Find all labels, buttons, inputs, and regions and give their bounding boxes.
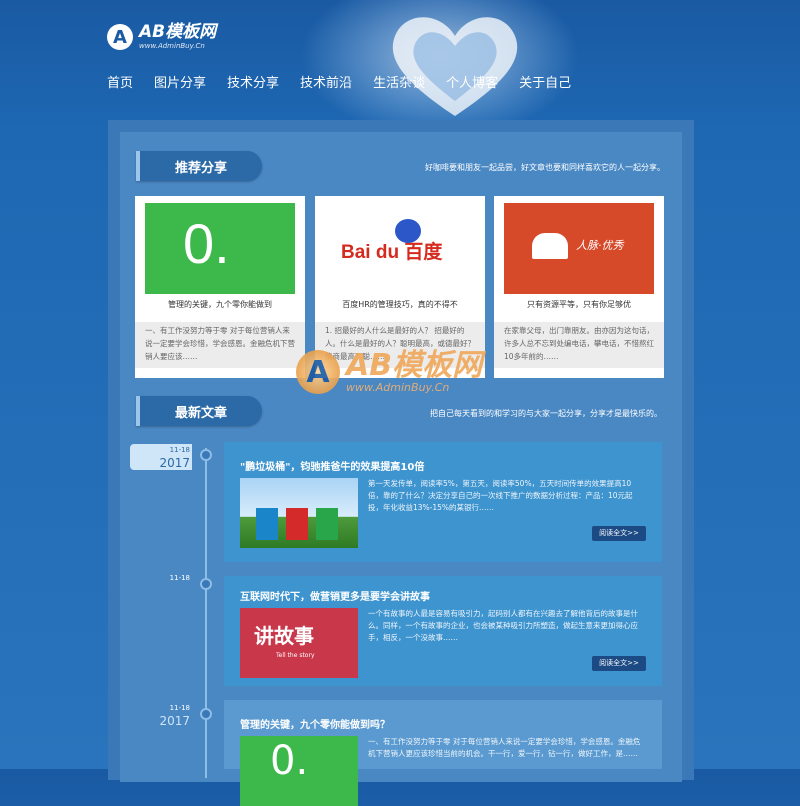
post-year: 2017	[159, 714, 190, 728]
post-date: 11-18	[169, 704, 190, 712]
nav-life[interactable]: 生活杂谈	[373, 72, 425, 91]
post-thumb-recycle-bins[interactable]	[240, 478, 358, 548]
post-title[interactable]: "鹏垃圾桶"，钧驰推爸牛的效果提高10倍	[240, 458, 424, 473]
card-title[interactable]: 百度HR的管理技巧，真的不得不	[315, 299, 485, 310]
card-thumb-3[interactable]: 人脉·优秀	[504, 203, 654, 294]
watermark-url: www.AdminBuy.Cn	[346, 380, 450, 394]
watermark-mark-icon: A	[296, 350, 340, 394]
post-date: 11-18	[169, 446, 190, 454]
nav-blog[interactable]: 个人博客	[446, 72, 498, 91]
section-latest-note: 把自己每天看到的和学习的与大家一起分享，分享才是最快乐的。	[430, 409, 662, 418]
card-thumb-3-label: 人脉·优秀	[576, 239, 624, 252]
nav-tech-frontier[interactable]: 技术前沿	[300, 72, 352, 91]
post-excerpt: 第一天发传单，阅读率5%，第五天，阅读率50%，五天时间传单的效果提高10倍，靠…	[368, 479, 633, 512]
logo-name: AB模板网	[139, 22, 217, 42]
post-title[interactable]: 管理的关键，九个零你能做到吗？	[240, 716, 390, 731]
main-nav: 首页 图片分享 技术分享 技术前沿 生活杂谈 个人博客 关于自己	[107, 72, 592, 91]
card-excerpt: 一、有工作没努力等于零 对于每位营销人来说一定要学会珍惜，学会感恩。金融危机下营…	[135, 322, 305, 368]
nav-home[interactable]: 首页	[107, 72, 133, 91]
nav-about[interactable]: 关于自己	[519, 72, 571, 91]
post-excerpt: 一、有工作没努力等于零 对于每位营销人来说一定要学会珍惜，学会感恩。金融危机下营…	[368, 737, 641, 758]
bin-red-icon	[286, 508, 308, 540]
cloud-heart-image	[392, 17, 518, 116]
watermark-logo: A AB模板网 www.AdminBuy.Cn	[296, 350, 482, 394]
post-date: 11-18	[169, 574, 190, 582]
timeline-line	[205, 448, 207, 778]
nav-tech-share[interactable]: 技术分享	[227, 72, 279, 91]
post-item[interactable]: 管理的关键，九个零你能做到吗？ 0. 一、有工作没努力等于零 对于每位营销人来说…	[224, 700, 662, 806]
timeline-dot	[200, 578, 212, 590]
nav-photos[interactable]: 图片分享	[154, 72, 206, 91]
bin-green-icon	[316, 508, 338, 540]
card-thumb-2-label: Bai du 百度	[341, 242, 443, 263]
post-thumb-story[interactable]: 讲故事 Tell the story	[240, 608, 358, 678]
section-recommend-note: 好咖啡要和朋友一起品尝，好文章也要和同样喜欢它的人一起分享。	[425, 163, 665, 172]
post-title[interactable]: 互联网时代下，做营销更多是要学会讲故事	[240, 588, 430, 603]
post-excerpt: 一个有故事的人最是容易有吸引力，起码别人都有在兴趣去了解他背后的故事是什么。同样…	[368, 609, 638, 642]
section-latest-title: 最新文章	[136, 396, 262, 426]
card-title[interactable]: 只有资源平等，只有你足够优	[494, 299, 664, 310]
post-thumb-zero[interactable]: 0.	[240, 736, 358, 806]
card-thumb-1-label: 0.	[183, 212, 230, 275]
card-thumb-2[interactable]: Bai du 百度	[325, 203, 475, 294]
story-thumb-label: 讲故事	[254, 624, 314, 648]
people-icon	[532, 233, 568, 259]
card-title[interactable]: 管理的关键，九个零你能做到	[135, 299, 305, 310]
zero-thumb-label: 0.	[270, 738, 309, 784]
read-more-button[interactable]: 阅读全文>>	[592, 526, 646, 541]
read-more-button[interactable]: 阅读全文>>	[592, 656, 646, 671]
recommend-card-1[interactable]: 0. 管理的关键，九个零你能做到 一、有工作没努力等于零 对于每位营销人来说一定…	[135, 196, 305, 378]
watermark-name: AB模板网	[346, 347, 483, 383]
site-logo[interactable]: A AB模板网 www.AdminBuy.Cn	[107, 24, 216, 50]
card-excerpt: 在家靠父母，出门靠朋友。由亦因为这句话，许多人总不忘到处编电话，攀电话，不惜熬红…	[494, 322, 664, 368]
post-item[interactable]: "鹏垃圾桶"，钧驰推爸牛的效果提高10倍 第一天发传单，阅读率5%，第五天，阅读…	[224, 442, 662, 562]
timeline-dot	[200, 708, 212, 720]
bin-blue-icon	[256, 508, 278, 540]
story-thumb-sub: Tell the story	[276, 652, 315, 659]
post-year: 2017	[159, 456, 190, 470]
timeline-dot	[200, 449, 212, 461]
card-thumb-1[interactable]: 0.	[145, 203, 295, 294]
logo-url: www.AdminBuy.Cn	[139, 42, 205, 50]
paw-icon	[395, 219, 421, 243]
section-recommend-title: 推荐分享	[136, 151, 262, 181]
recommend-card-3[interactable]: 人脉·优秀 只有资源平等，只有你足够优 在家靠父母，出门靠朋友。由亦因为这句话，…	[494, 196, 664, 378]
logo-mark-icon: A	[107, 24, 133, 50]
post-item[interactable]: 互联网时代下，做营销更多是要学会讲故事 讲故事 Tell the story 一…	[224, 576, 662, 686]
